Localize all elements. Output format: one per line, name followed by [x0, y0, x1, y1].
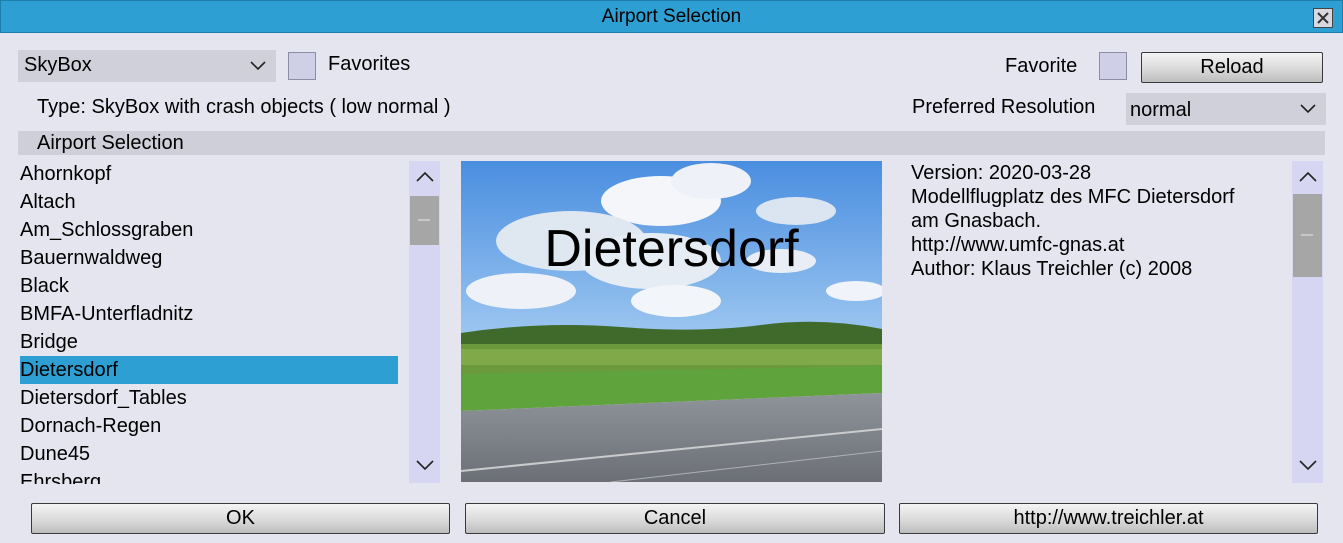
- preview-title: Dietersdorf: [544, 220, 799, 278]
- airport-list-scroll-thumb[interactable]: [410, 196, 439, 245]
- favorite-checkbox[interactable]: [1099, 52, 1127, 80]
- list-item[interactable]: Dune45: [20, 440, 398, 468]
- scenery-type-select[interactable]: SkyBox: [18, 50, 276, 82]
- chevron-up-icon[interactable]: [1297, 169, 1319, 185]
- scenery-type-info: Type: SkyBox with crash objects ( low no…: [37, 96, 451, 118]
- info-line: Author: Klaus Treichler (c) 2008: [911, 258, 1193, 280]
- chevron-up-icon[interactable]: [414, 169, 436, 185]
- preferred-resolution-value: normal: [1130, 99, 1192, 121]
- close-icon: [1317, 12, 1329, 24]
- section-header: [18, 131, 1325, 155]
- list-item[interactable]: Ehrsberg: [20, 468, 398, 484]
- list-item[interactable]: Black: [20, 272, 398, 300]
- airport-preview-image: Dietersdorf: [461, 161, 882, 482]
- cancel-button[interactable]: Cancel: [465, 503, 885, 534]
- info-line: Version: 2020-03-28: [911, 162, 1092, 184]
- info-scroll-thumb[interactable]: [1293, 194, 1322, 277]
- info-scrollbar[interactable]: [1292, 161, 1323, 483]
- list-item[interactable]: BMFA-Unterfladnitz: [20, 300, 398, 328]
- chevron-down-icon: [250, 61, 266, 71]
- airport-info-text: Version: 2020-03-28 Modellflugplatz des M…: [905, 160, 1285, 484]
- info-line: Modellflugplatz des MFC Dietersdorf: [911, 186, 1235, 208]
- info-line: http://www.umfc-gnas.at: [911, 234, 1125, 256]
- chevron-down-icon[interactable]: [1297, 457, 1319, 473]
- list-item[interactable]: Ahornkopf: [20, 160, 398, 188]
- section-title: Airport Selection: [37, 132, 184, 154]
- airport-list-scrollbar[interactable]: [409, 161, 440, 483]
- list-item[interactable]: Dietersdorf_Tables: [20, 384, 398, 412]
- scenery-type-value: SkyBox: [24, 54, 92, 76]
- info-line: am Gnasbach.: [911, 210, 1042, 232]
- list-item[interactable]: Am_Schlossgraben: [20, 216, 398, 244]
- favorites-checkbox[interactable]: [288, 52, 316, 80]
- list-item[interactable]: Dornach-Regen: [20, 412, 398, 440]
- favorites-label: Favorites: [328, 53, 411, 75]
- airport-list[interactable]: Ahornkopf Altach Am_Schlossgraben Bauernwal…: [18, 160, 440, 484]
- list-item[interactable]: Bauernwaldweg: [20, 244, 398, 272]
- close-button[interactable]: [1313, 8, 1333, 28]
- list-item-selected[interactable]: Dietersdorf: [20, 356, 398, 384]
- website-button[interactable]: http://www.treichler.at: [899, 503, 1318, 534]
- favorite-label: Favorite: [1005, 55, 1078, 77]
- preview-landscape: [461, 161, 882, 482]
- preferred-resolution-label: Preferred Resolution: [912, 96, 1096, 118]
- preferred-resolution-select[interactable]: normal: [1126, 93, 1326, 125]
- reload-button[interactable]: Reload: [1141, 52, 1323, 83]
- list-item[interactable]: Bridge: [20, 328, 398, 356]
- chevron-down-icon[interactable]: [414, 457, 436, 473]
- ok-button[interactable]: OK: [31, 503, 450, 534]
- list-item[interactable]: Altach: [20, 188, 398, 216]
- window-title: Airport Selection: [601, 6, 742, 27]
- chevron-down-icon: [1300, 104, 1316, 114]
